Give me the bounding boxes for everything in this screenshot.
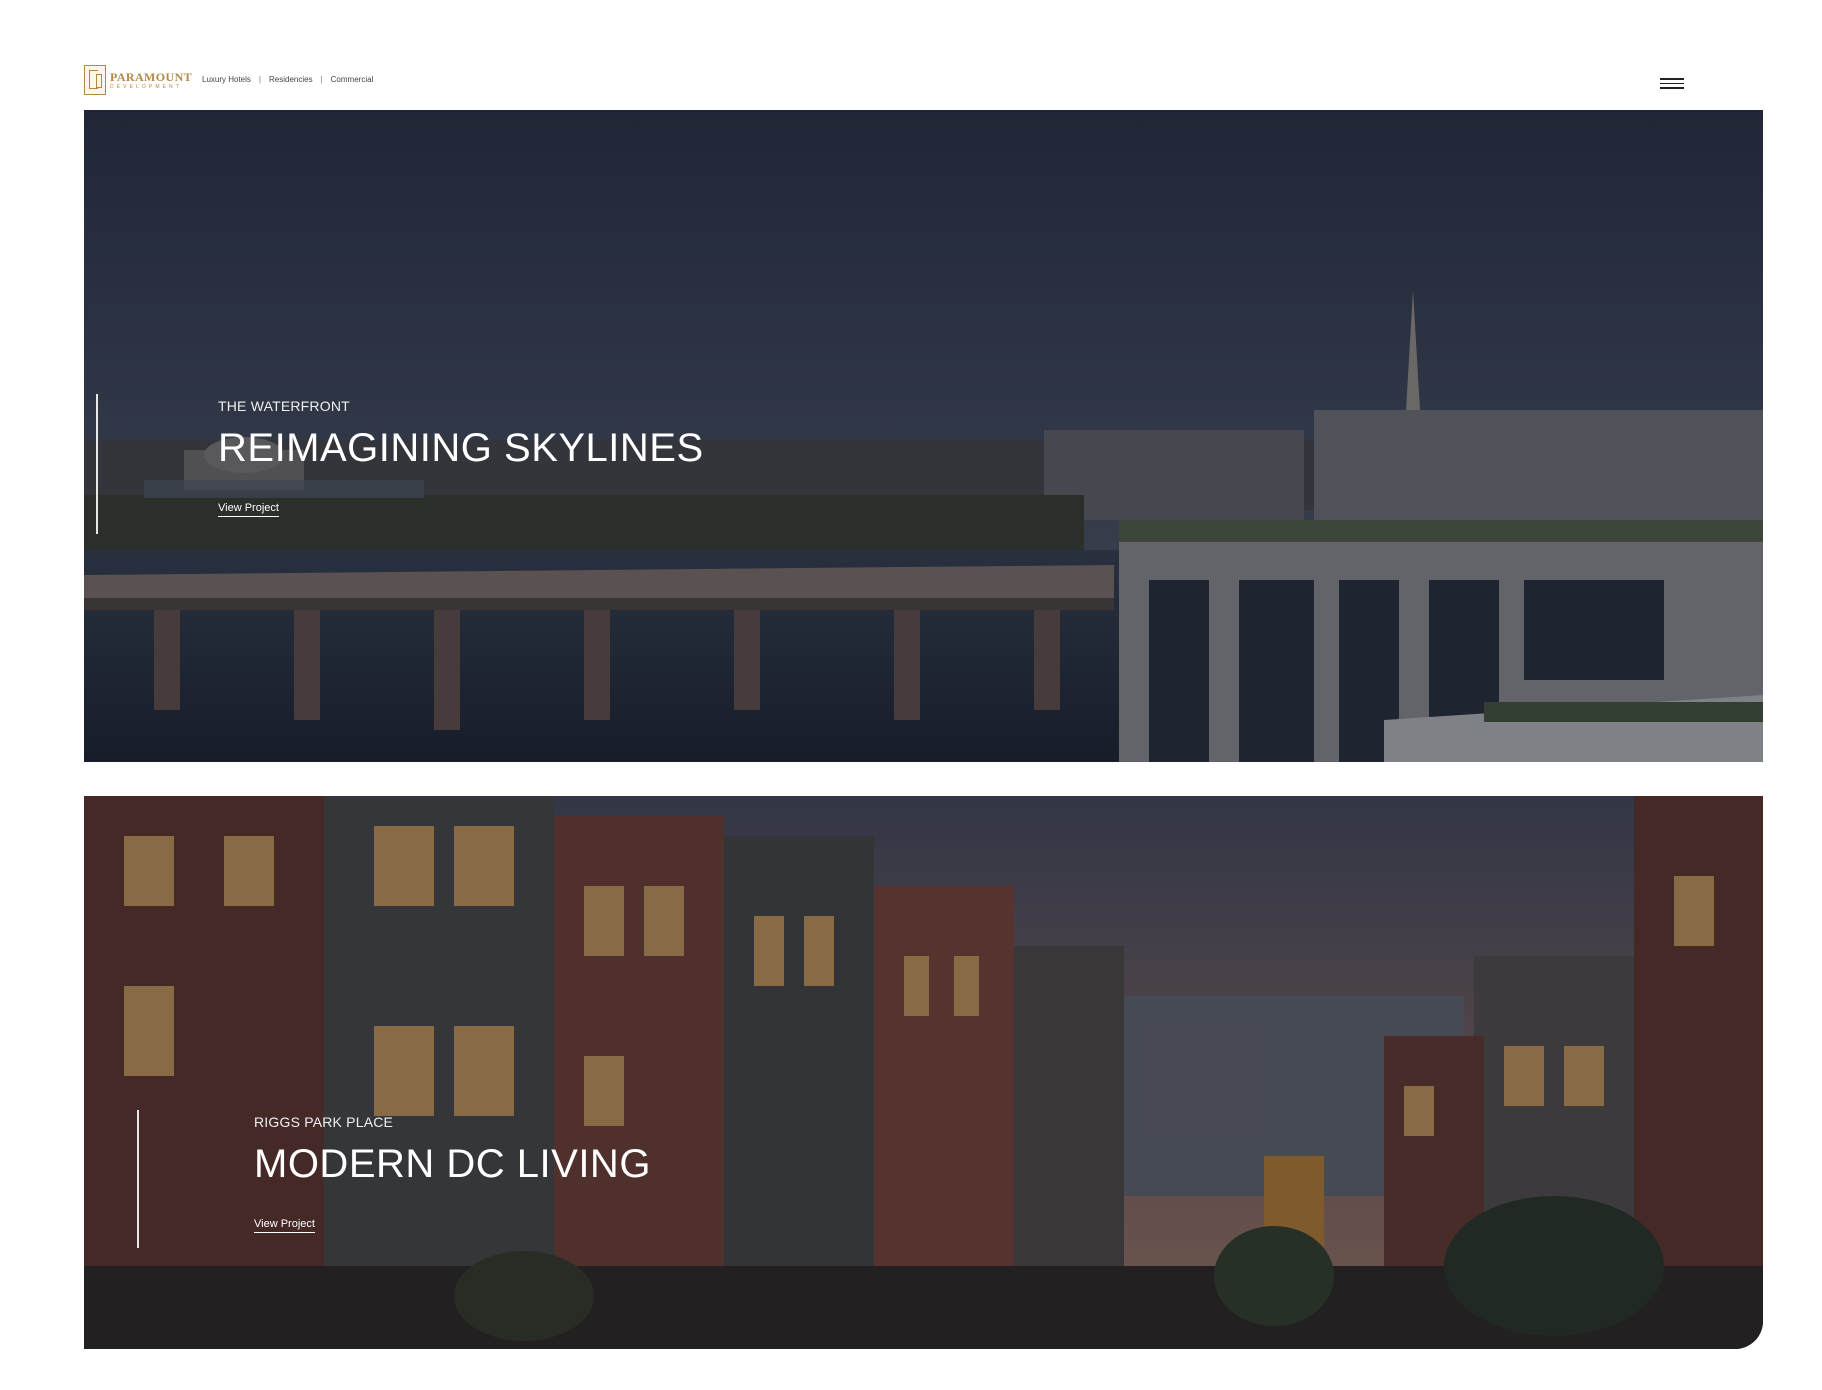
nav-commercial[interactable]: Commercial: [331, 75, 374, 84]
project-eyebrow: RIGGS PARK PLACE: [254, 1114, 394, 1130]
category-nav: Luxury Hotels | Residencies | Commercial: [202, 75, 373, 84]
project-eyebrow: THE WATERFRONT: [218, 398, 350, 414]
project-headline: REIMAGINING SKYLINES: [218, 426, 704, 470]
site-header: PARAMOUNT DEVELOPMENT Luxury Hotels | Re…: [84, 64, 1738, 100]
view-project-link[interactable]: View Project: [254, 1218, 315, 1233]
hamburger-menu-icon[interactable]: [1660, 78, 1684, 92]
project-headline: MODERN DC LIVING: [254, 1142, 651, 1186]
nav-luxury-hotels[interactable]: Luxury Hotels: [202, 75, 251, 84]
project-panel-waterfront[interactable]: THE WATERFRONT REIMAGINING SKYLINES View…: [84, 110, 1763, 762]
caption-divider-line: [96, 394, 98, 534]
project-caption: RIGGS PARK PLACE MODERN DC LIVING View P…: [137, 1110, 651, 1248]
caption-divider-line: [137, 1110, 139, 1248]
view-project-link[interactable]: View Project: [218, 502, 279, 517]
brand-logo[interactable]: PARAMOUNT DEVELOPMENT: [84, 64, 192, 96]
logo-subtitle: DEVELOPMENT: [110, 83, 182, 90]
project-panel-riggs-park[interactable]: RIGGS PARK PLACE MODERN DC LIVING View P…: [84, 796, 1763, 1349]
logo-mark-icon: [84, 65, 106, 95]
nav-separator: |: [258, 75, 261, 84]
image-overlay: [84, 796, 1763, 1349]
nav-separator: |: [320, 75, 323, 84]
project-caption: THE WATERFRONT REIMAGINING SKYLINES View…: [96, 394, 704, 534]
logo-name: PARAMOUNT: [110, 69, 193, 84]
nav-residencies[interactable]: Residencies: [269, 75, 313, 84]
